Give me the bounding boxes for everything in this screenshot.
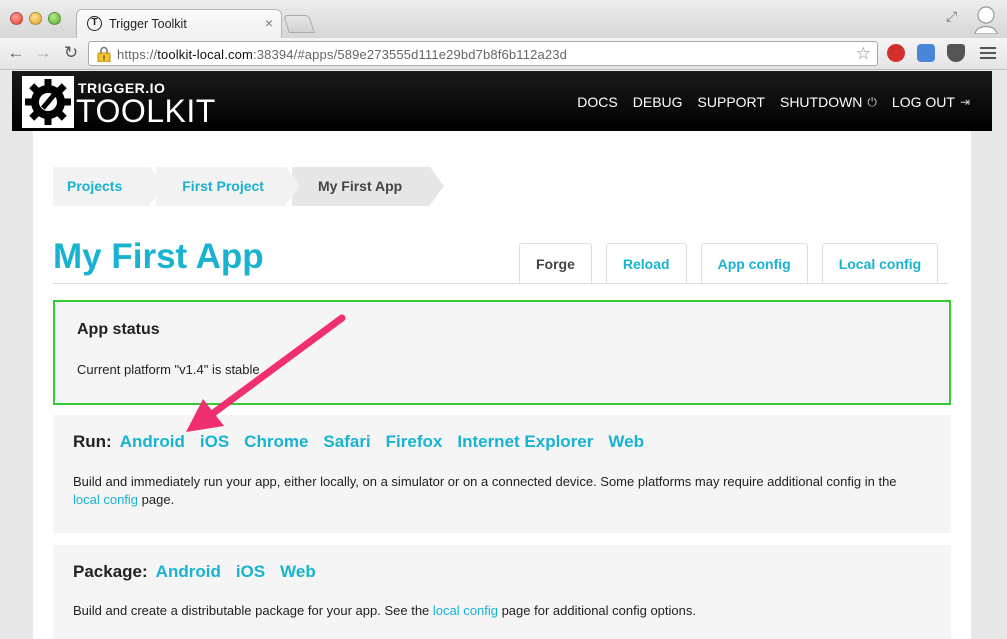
run-safari-link[interactable]: Safari <box>323 432 370 452</box>
page-viewport: TRIGGER.IO TOOLKIT DOCS DEBUG SUPPORT SH… <box>0 71 1007 639</box>
new-tab-button[interactable] <box>283 15 315 33</box>
reload-icon[interactable]: ↻ <box>61 43 81 63</box>
tab-favicon-icon: T <box>87 16 102 31</box>
package-android-link[interactable]: Android <box>156 562 221 582</box>
browser-titlebar: T Trigger Toolkit × ⤢ <box>0 0 1007 38</box>
breadcrumb-current-app: My First App <box>291 167 445 206</box>
minimize-window-button[interactable] <box>29 12 42 25</box>
logout-icon: ⇥ <box>959 95 970 109</box>
app-header: TRIGGER.IO TOOLKIT DOCS DEBUG SUPPORT SH… <box>12 71 992 131</box>
brand-big: TOOLKIT <box>76 93 216 129</box>
tabs-divider <box>53 283 948 284</box>
run-firefox-link[interactable]: Firefox <box>386 432 443 452</box>
browser-toolbar: ← → ↻ ! https://toolkit-local.com:38394/… <box>0 38 1007 70</box>
run-chrome-link[interactable]: Chrome <box>244 432 308 452</box>
forward-icon[interactable]: → <box>33 43 53 63</box>
power-icon: ⏻ <box>867 94 877 109</box>
nav-docs[interactable]: DOCS <box>577 94 617 110</box>
page-title: My First App <box>53 237 264 276</box>
run-description: Build and immediately run your app, eith… <box>73 473 923 509</box>
run-android-link[interactable]: Android <box>120 432 185 452</box>
package-description: Build and create a distributable package… <box>73 602 923 620</box>
app-status-heading: App status <box>77 321 160 338</box>
tab-reload[interactable]: Reload <box>605 243 687 284</box>
main-content: Projects First Project My First App My F… <box>33 131 971 639</box>
close-window-button[interactable] <box>10 12 23 25</box>
trigger-gear-logo-icon[interactable] <box>22 76 74 128</box>
extension-pocket-icon[interactable] <box>947 44 965 62</box>
run-desc-text: Build and immediately run your app, eith… <box>73 474 897 489</box>
zoom-window-button[interactable] <box>48 12 61 25</box>
extension-stop-icon[interactable] <box>887 44 905 62</box>
run-label: Run: <box>73 432 112 451</box>
extension-translate-icon[interactable] <box>917 44 935 62</box>
run-ios-link[interactable]: iOS <box>200 432 229 452</box>
top-navigation: DOCS DEBUG SUPPORT SHUTDOWN ⏻ LOG OUT ⇥ <box>562 94 970 110</box>
svg-text:!: ! <box>103 56 105 63</box>
package-desc-text: Build and create a distributable package… <box>73 603 433 618</box>
tab-close-icon[interactable]: × <box>265 15 273 31</box>
browser-tab[interactable]: T Trigger Toolkit × <box>76 9 282 38</box>
nav-support[interactable]: SUPPORT <box>698 94 765 110</box>
app-status-panel: App status Current platform "v1.4" is st… <box>53 300 951 405</box>
breadcrumb-first-project[interactable]: First Project <box>156 167 300 206</box>
tab-title: Trigger Toolkit <box>109 17 187 31</box>
bookmark-star-icon[interactable]: ☆ <box>856 44 871 64</box>
browser-menu-icon[interactable] <box>980 47 996 62</box>
app-status-text: Current platform "v1.4" is stable <box>77 362 260 377</box>
fullscreen-icon[interactable]: ⤢ <box>946 8 957 25</box>
url-text: https://toolkit-local.com:38394/#apps/58… <box>117 47 567 62</box>
profile-icon[interactable] <box>972 4 1000 34</box>
package-platforms-row: Package: Android iOS Web <box>73 562 331 582</box>
package-panel: Package: Android iOS Web Build and creat… <box>53 545 951 639</box>
package-web-link[interactable]: Web <box>280 562 316 582</box>
package-desc-tail: page for additional config options. <box>497 603 696 618</box>
tab-forge[interactable]: Forge <box>519 243 592 284</box>
nav-shutdown[interactable]: SHUTDOWN ⏻ <box>780 94 877 110</box>
run-local-config-link[interactable]: local config <box>73 492 138 507</box>
nav-debug[interactable]: DEBUG <box>633 94 683 110</box>
address-bar[interactable]: ! https://toolkit-local.com:38394/#apps/… <box>88 41 878 66</box>
package-local-config-link[interactable]: local config <box>433 603 498 618</box>
lock-warning-icon: ! <box>97 46 111 62</box>
breadcrumb-projects[interactable]: Projects <box>53 167 165 206</box>
nav-logout[interactable]: LOG OUT ⇥ <box>892 94 970 110</box>
breadcrumb: Projects First Project My First App <box>53 167 445 206</box>
run-platforms-row: Run: Android iOS Chrome Safari Firefox I… <box>73 432 659 452</box>
run-panel: Run: Android iOS Chrome Safari Firefox I… <box>53 415 951 533</box>
package-ios-link[interactable]: iOS <box>236 562 265 582</box>
run-desc-tail: page. <box>138 492 175 507</box>
run-web-link[interactable]: Web <box>608 432 644 452</box>
back-icon[interactable]: ← <box>6 43 26 63</box>
tab-app-config[interactable]: App config <box>700 243 808 284</box>
run-ie-link[interactable]: Internet Explorer <box>457 432 593 452</box>
package-label: Package: <box>73 562 148 581</box>
app-tabs: Forge Reload App config Local config <box>519 243 952 284</box>
tab-local-config[interactable]: Local config <box>821 243 939 284</box>
